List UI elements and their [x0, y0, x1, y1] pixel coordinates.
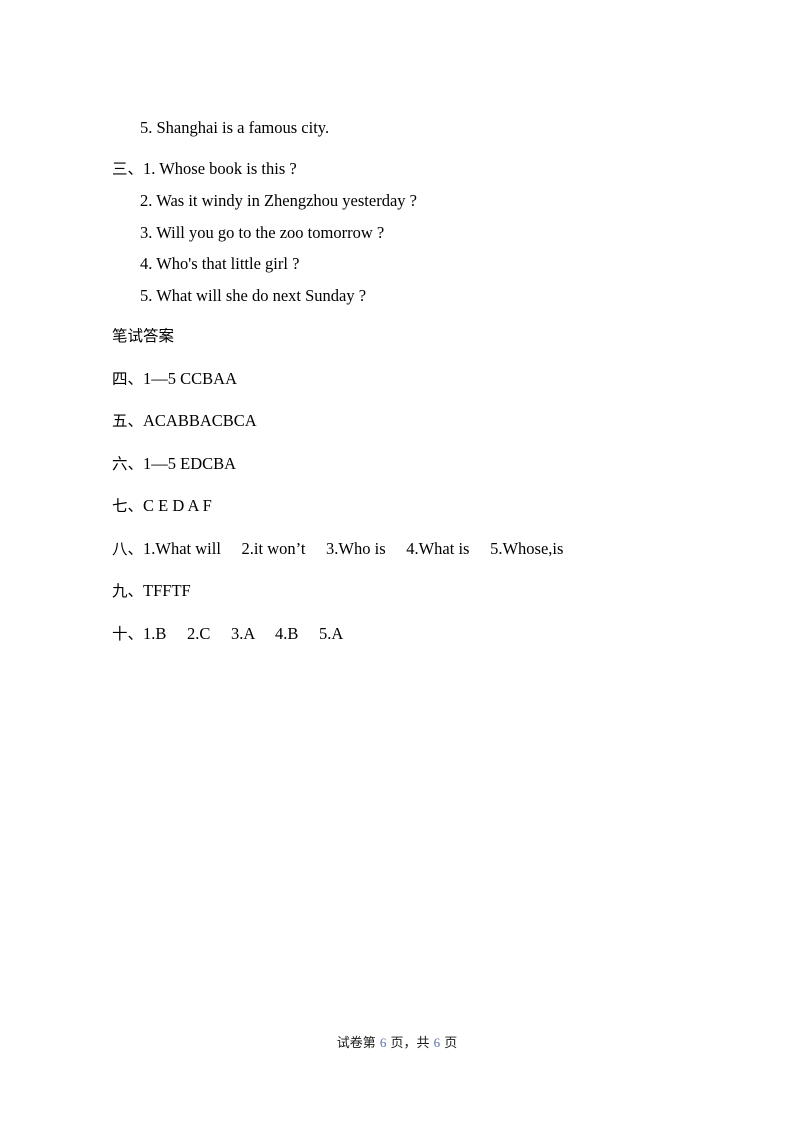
section-three-item-2: 2. Was it windy in Zhengzhou yesterday ? [140, 191, 417, 210]
section-three-item-3: 3. Will you go to the zoo tomorrow ? [140, 222, 385, 242]
exam-answer-page: 5. Shanghai is a famous city. 三、 1. Whos… [0, 0, 794, 1123]
section-three-ordinal: 三、 [112, 159, 144, 178]
section-three-first-line: 三、 1. Whose book is this ? [112, 153, 712, 186]
answer-text-five: ACABBACBCA [143, 411, 257, 430]
answer-text-nine: TFFTF [143, 581, 191, 600]
answer-ordinal-five: 五、 [112, 412, 144, 430]
footer-middle: 页，共 [386, 1036, 434, 1051]
answer-row-seven: 七、 C E D A F [112, 490, 712, 523]
section-three-item-1: 1. Whose book is this ? [143, 158, 297, 178]
answer-ordinal-ten: 十、 [112, 624, 144, 643]
answer-row-four: 四、 1—5 CCBAA [112, 363, 712, 396]
section-three-item-5: 5. What will she do next Sunday ? [140, 285, 367, 305]
answer-text-ten: 1.B 2.C 3.A 4.B 5.A [143, 623, 344, 643]
written-answers-heading: 笔试答案 [112, 327, 175, 345]
answer-row-eight: 八、 1.What will 2.it won’t 3.Who is 4.Wha… [112, 533, 712, 566]
footer-suffix: 页 [440, 1036, 458, 1051]
written-answers-list: 四、 1—5 CCBAA 五、 ACABBACBCA 六、 1—5 EDCBA … [112, 363, 712, 651]
answer-ordinal-four: 四、 [112, 369, 144, 388]
page-content: 5. Shanghai is a famous city. 三、 1. Whos… [112, 112, 712, 660]
answer-ordinal-nine: 九、 [112, 582, 144, 600]
answer-text-eight: 1.What will 2.it won’t 3.Who is 4.What i… [143, 538, 564, 558]
answer-row-ten: 十、 1.B 2.C 3.A 4.B 5.A [112, 618, 712, 651]
answer-text-four: 1—5 CCBAA [143, 368, 237, 388]
answer-ordinal-six: 六、 [112, 454, 144, 473]
answer-row-six: 六、 1—5 EDCBA [112, 448, 712, 481]
footer-prefix: 试卷第 [336, 1036, 380, 1051]
page-footer: 试卷第 6 页，共 6 页 [0, 1032, 794, 1051]
answer-text-seven: C E D A F [143, 496, 212, 515]
answer-row-nine: 九、 TFFTF [112, 575, 712, 608]
section-three-item-4: 4. Who's that little girl ? [140, 254, 300, 273]
answer-ordinal-eight: 八、 [112, 539, 144, 558]
listening-trailing-item: 5. Shanghai is a famous city. [140, 118, 330, 137]
answer-row-five: 五、 ACABBACBCA [112, 405, 712, 438]
answer-text-six: 1—5 EDCBA [143, 453, 237, 473]
answer-ordinal-seven: 七、 [112, 497, 144, 515]
